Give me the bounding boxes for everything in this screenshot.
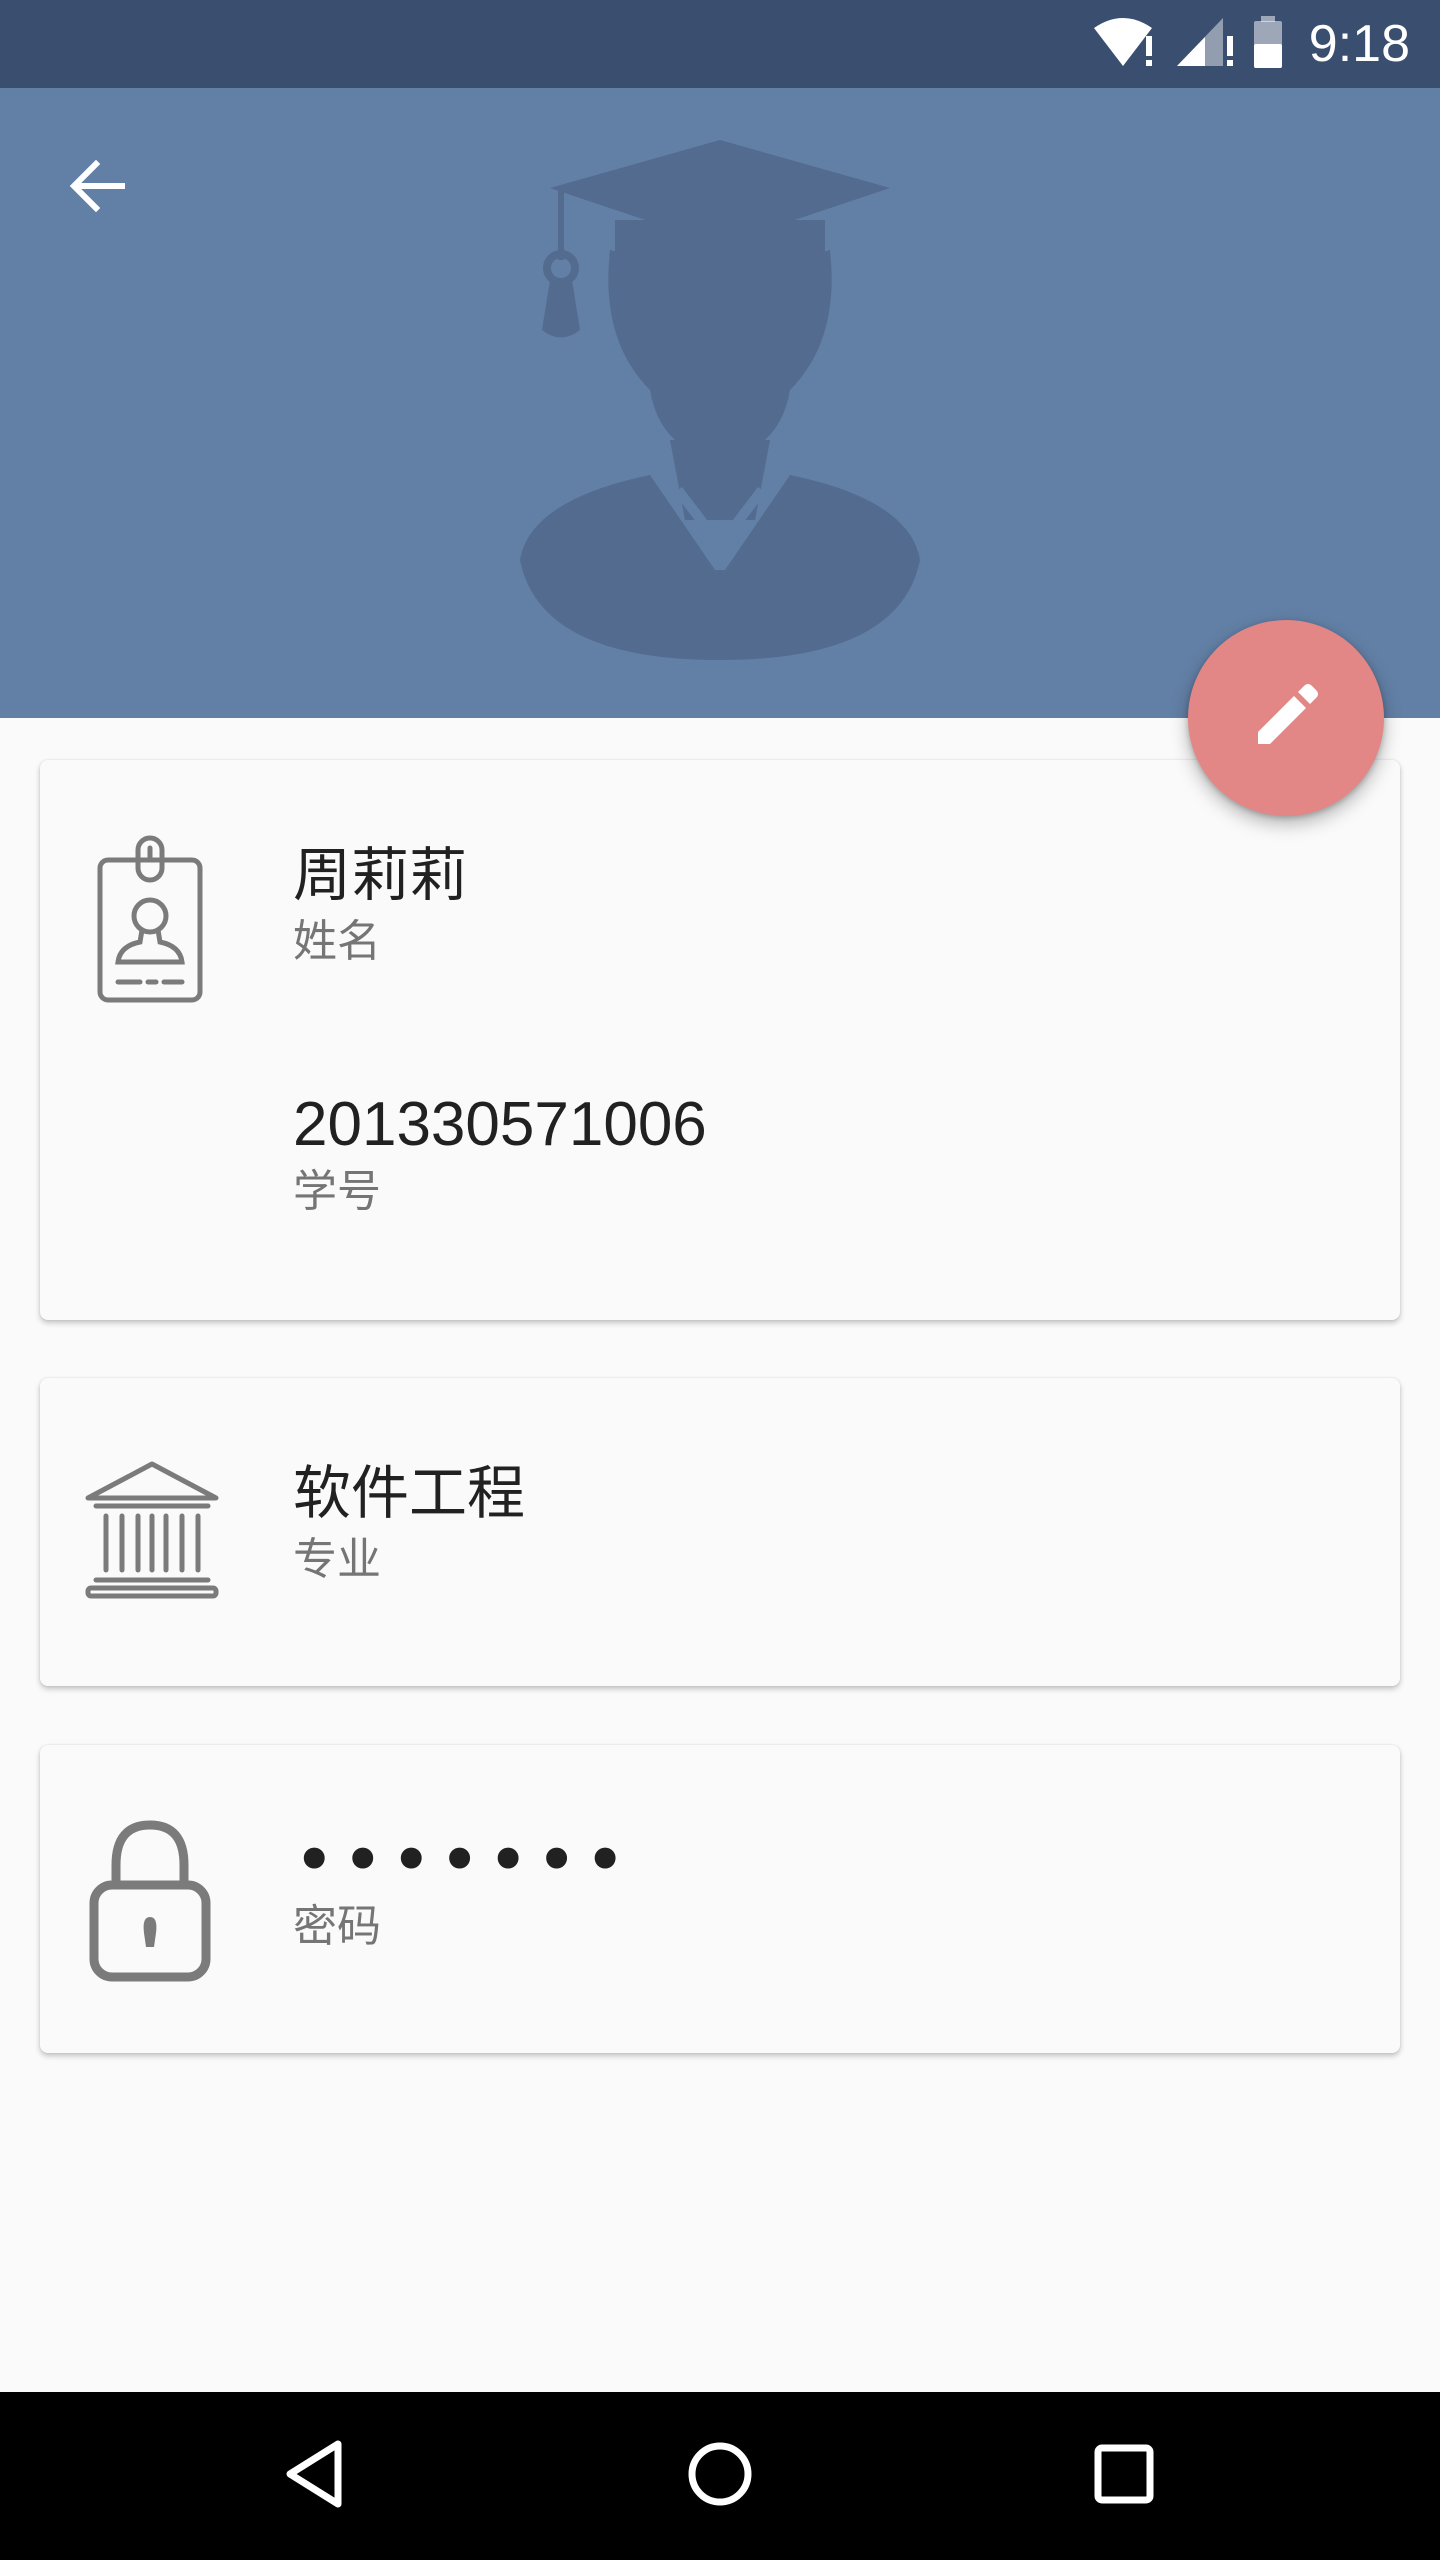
wifi-alert-icon [1091,14,1161,74]
institution-icon [72,1448,232,1608]
pencil-icon [1250,680,1322,756]
profile-header [0,88,1440,718]
graduate-silhouette-icon [500,140,940,660]
name-label: 姓名 [293,916,381,967]
nav-back-button[interactable] [256,2416,376,2536]
nav-recents-button[interactable] [1064,2416,1184,2536]
student-id-value: 201330571006 [293,1090,707,1159]
student-id-label: 学号 [293,1166,381,1217]
lock-icon [80,1805,220,1985]
system-nav-bar [0,2392,1440,2560]
battery-icon [1251,14,1285,74]
profile-screen: 9:18 周莉莉 姓名 201330571006 学号 软件工程 专业 ••••… [0,0,1440,2560]
square-recents-icon [1084,2434,1164,2518]
signal-alert-icon [1175,14,1237,74]
circle-home-icon [680,2434,760,2518]
status-icons: 9:18 [1091,0,1410,88]
back-button[interactable] [48,138,148,238]
triangle-back-icon [276,2434,356,2518]
major-card: 软件工程 专业 [40,1378,1400,1686]
name-field: 周莉莉 姓名 [293,840,467,970]
major-value: 软件工程 [293,1459,526,1527]
major-label: 专业 [293,1534,381,1585]
major-field: 软件工程 专业 [293,1458,525,1588]
edit-fab-button[interactable] [1188,620,1384,816]
password-card: ••••••• 密码 [40,1745,1400,2053]
arrow-left-icon [66,154,130,222]
name-value: 周莉莉 [293,841,468,909]
id-badge-icon [80,830,220,1010]
status-time: 9:18 [1308,15,1410,73]
password-label: 密码 [293,1901,381,1952]
status-bar: 9:18 [0,0,1440,88]
student-id-field: 201330571006 学号 [293,1090,707,1220]
password-field: ••••••• 密码 [293,1818,633,1955]
identity-card: 周莉莉 姓名 201330571006 学号 [40,760,1400,1320]
password-value: ••••••• [293,1818,633,1902]
nav-home-button[interactable] [660,2416,780,2536]
